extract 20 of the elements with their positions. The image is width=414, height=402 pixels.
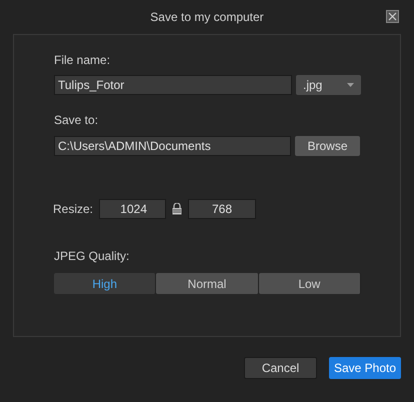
caret-icon: [347, 83, 354, 87]
browse-button[interactable]: Browse: [295, 136, 360, 156]
close-icon: [388, 12, 397, 21]
field-label: Resize:: [53, 201, 94, 218]
format-dropdown[interactable]: .jpg: [296, 75, 361, 95]
window-title: Save to my computer: [150, 9, 264, 26]
width-field[interactable]: 1024: [99, 199, 166, 219]
cancel-button[interactable]: Cancel: [244, 357, 317, 379]
lock-icon[interactable]: [172, 203, 182, 215]
file-name-field[interactable]: Tulips_Fotor: [54, 75, 292, 95]
quality-option[interactable]: High: [54, 273, 156, 294]
field-label: Save to:: [54, 112, 100, 127]
field-label: JPEG Quality:: [54, 248, 130, 263]
quality-option[interactable]: Low: [258, 273, 361, 294]
field-label: File name:: [54, 52, 112, 67]
quality-option[interactable]: Normal: [156, 273, 259, 294]
save-path-field[interactable]: C:\Users\ADMIN\Documents: [54, 136, 291, 156]
close-button[interactable]: [386, 10, 399, 23]
height-field[interactable]: 768: [188, 199, 256, 219]
save-button[interactable]: Save Photo: [329, 357, 401, 379]
